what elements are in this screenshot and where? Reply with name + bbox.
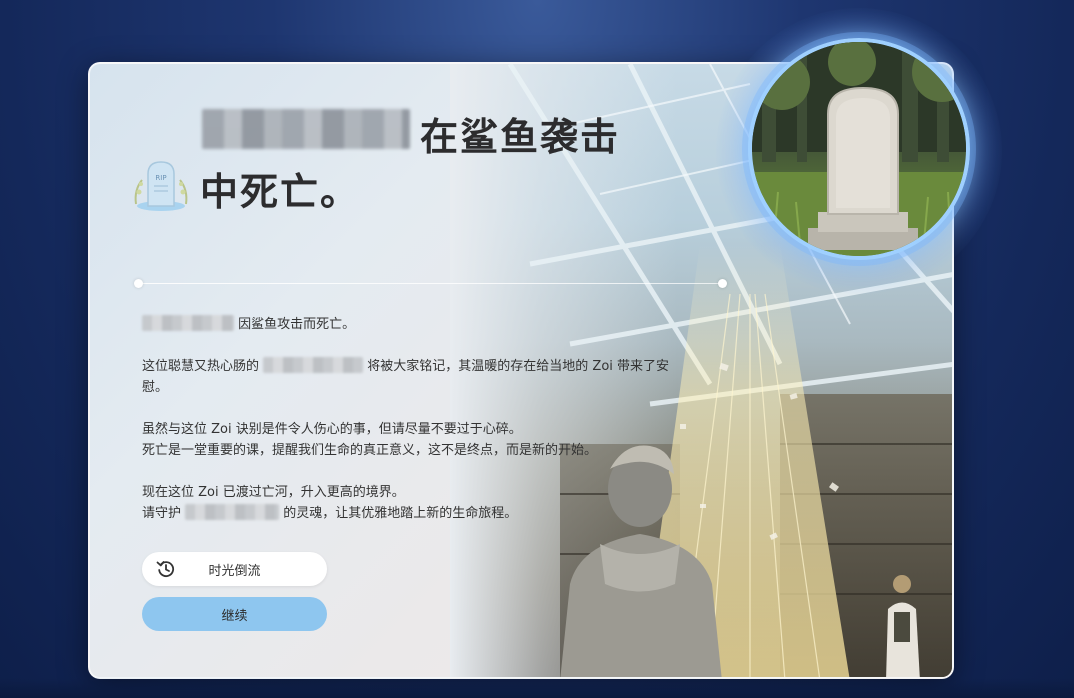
title-line-2: 中死亡。 [200, 170, 361, 214]
paragraph-cause: 因鲨鱼攻击而死亡。 [142, 314, 722, 335]
rewind-time-label: 时光倒流 [208, 563, 261, 579]
divider-dot-right [718, 279, 727, 288]
cause-text: 因鲨鱼攻击而死亡。 [238, 317, 356, 332]
censored-name [185, 504, 280, 520]
censored-name [142, 315, 234, 331]
remembrance-cont: 慰。 [142, 380, 169, 395]
consolation-line-2: 死亡是一堂重要的课，提醒我们生命的真正意义，这不是终点，而是新的开始。 [142, 443, 598, 458]
censored-name [263, 357, 364, 373]
notification-content: RIP 在鲨鱼袭击 中死亡。 因鲨鱼攻击而死亡。 这位聪慧又热心肠的 将被大家铭… [90, 64, 730, 677]
gravestone-artwork [752, 42, 966, 256]
continue-label: 继续 [221, 608, 248, 624]
divider-dot-left [134, 279, 143, 288]
section-divider [138, 283, 724, 284]
death-description: 因鲨鱼攻击而死亡。 这位聪慧又热心肠的 将被大家铭记，其温暖的存在给当地的 Zo… [142, 314, 722, 545]
rip-text: RIP [155, 174, 166, 182]
paragraph-farewell: 现在这位 Zoi 已渡过亡河，升入更高的境界。 请守护 的灵魂，让其优雅地踏上新… [142, 482, 722, 524]
continue-button[interactable]: 继续 [142, 597, 327, 631]
paragraph-remembrance: 这位聪慧又热心肠的 将被大家铭记，其温暖的存在给当地的 Zoi 带来了安 慰。 [142, 356, 722, 398]
consolation-line-1: 虽然与这位 Zoi 诀别是件令人伤心的事，但请尽量不要过于心碎。 [142, 422, 522, 437]
title-line-1: 在鲨鱼袭击 [420, 115, 621, 159]
gravestone-portrait [748, 38, 970, 260]
farewell-prefix: 请守护 [142, 506, 182, 521]
farewell-line-1: 现在这位 Zoi 已渡过亡河，升入更高的境界。 [142, 485, 405, 500]
remembrance-prefix: 这位聪慧又热心肠的 [142, 359, 260, 374]
paragraph-consolation: 虽然与这位 Zoi 诀别是件令人伤心的事，但请尽量不要过于心碎。 死亡是一堂重要… [142, 419, 722, 461]
farewell-suffix: 的灵魂，让其优雅地踏上新的生命旅程。 [283, 506, 518, 521]
rewind-time-button[interactable]: 时光倒流 [142, 552, 327, 586]
bottom-bar [0, 678, 1074, 698]
censored-character-name-title [202, 109, 410, 149]
remembrance-suffix: 将被大家铭记，其温暖的存在给当地的 Zoi 带来了安 [367, 359, 670, 374]
tombstone-rip-icon: RIP [130, 156, 192, 216]
history-rewind-icon [156, 559, 176, 579]
